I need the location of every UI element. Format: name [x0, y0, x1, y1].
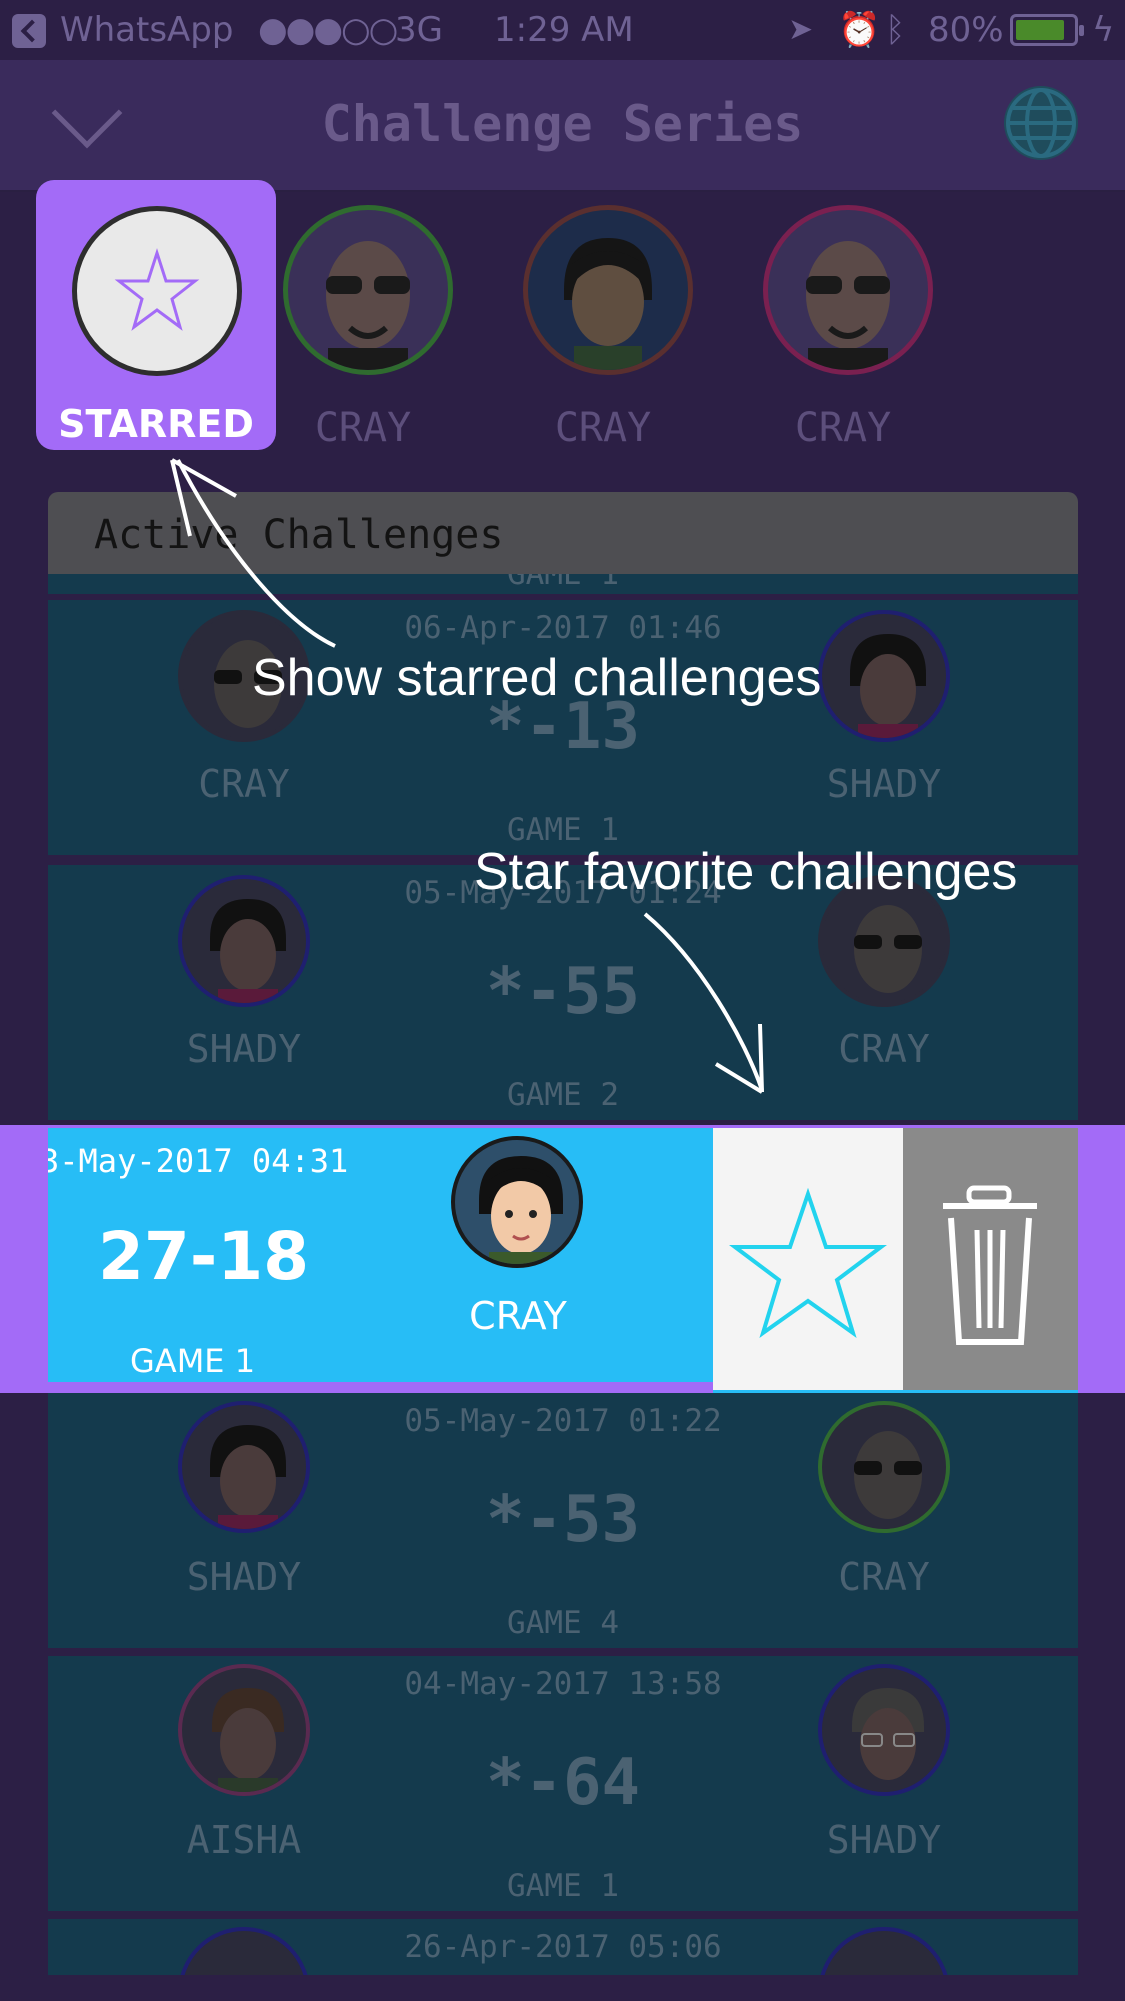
annotation-arrows	[170, 458, 764, 1094]
annotation-show-starred: Show starred challenges	[252, 649, 822, 707]
annotation-star-favorite: Star favorite challenges	[474, 843, 1018, 901]
